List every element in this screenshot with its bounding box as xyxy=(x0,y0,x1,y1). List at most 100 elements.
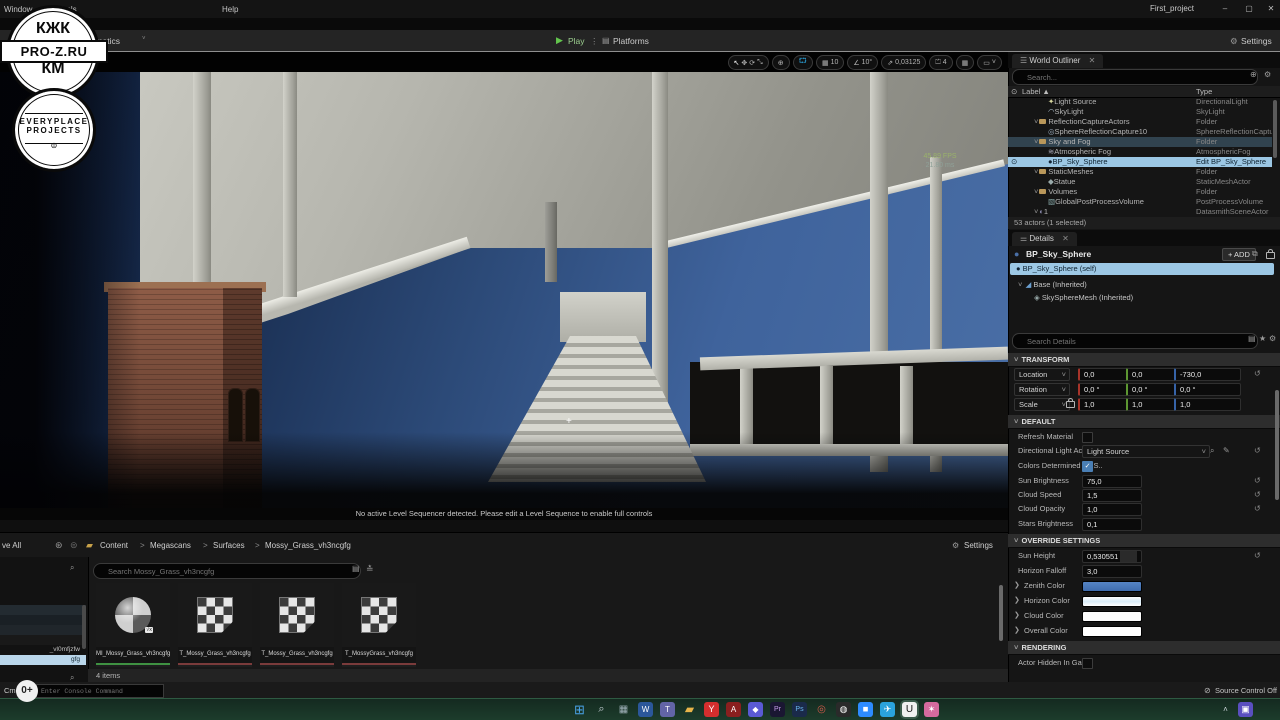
play-button[interactable]: Play xyxy=(568,36,585,46)
source-row-folder[interactable]: _vl0mfjzfw xyxy=(0,645,86,655)
asset-tile-texture[interactable]: T_Mossy_Grass_vh3ncgfg xyxy=(260,583,334,667)
new-folder-icon[interactable]: ⊕ xyxy=(1250,70,1257,79)
location-dropdown[interactable]: Location˅ xyxy=(1014,368,1070,381)
outliner-row[interactable]: ˅StaticMeshesFolder xyxy=(1008,167,1272,177)
section-default[interactable]: ˅ DEFAULT xyxy=(1008,415,1280,429)
asset-tile-material-instance[interactable]: √x MI_Mossy_Grass_vh3ncgfg xyxy=(96,583,170,667)
expand-chevron-icon[interactable]: ❯ xyxy=(1014,596,1020,604)
dir-light-dropdown[interactable]: Light Source˅ xyxy=(1082,445,1210,458)
minimize-button[interactable]: – xyxy=(1218,3,1232,15)
menu-window[interactable]: Window xyxy=(4,5,32,14)
outliner-row[interactable]: ≋ Atmospheric FogAtmosphericFog xyxy=(1008,147,1272,157)
edit-pencil-icon[interactable]: ✎ xyxy=(1223,446,1230,455)
reset-icon[interactable]: ↺ xyxy=(1254,476,1261,485)
teams-icon[interactable]: T xyxy=(660,702,675,717)
source-row[interactable] xyxy=(0,635,86,645)
filter-icon[interactable]: ≛ xyxy=(366,564,374,575)
yandex-browser-icon[interactable]: Y xyxy=(704,702,719,717)
rotation-dropdown[interactable]: Rotation˅ xyxy=(1014,383,1070,396)
toolbar-settings-button[interactable]: Settings xyxy=(1241,36,1272,46)
save-all-button[interactable]: ve All xyxy=(2,541,21,550)
content-settings-button[interactable]: Settings xyxy=(964,541,993,550)
eye-icon[interactable]: ⊙ xyxy=(1011,86,1017,97)
lock-icon[interactable] xyxy=(1266,252,1275,259)
unreal-engine-icon[interactable]: U xyxy=(902,702,917,717)
outliner-row[interactable]: ◠ SkyLightSkyLight xyxy=(1008,107,1272,117)
asset-tile-texture[interactable]: T_Mossy_Grass_vh3ncgfg xyxy=(178,583,252,667)
sun-height-drag-area[interactable] xyxy=(1120,551,1137,562)
cloud-opacity-field[interactable]: 1,0 xyxy=(1082,503,1142,516)
maximize-button[interactable]: ▢ xyxy=(1242,3,1256,15)
location-x-field[interactable]: 0,0 xyxy=(1078,368,1129,381)
refresh-material-checkbox[interactable] xyxy=(1082,432,1093,443)
asset-tile-texture[interactable]: T_MossyGrass_vh3ncgfg xyxy=(342,583,416,667)
sources-scrollbar[interactable] xyxy=(82,605,86,649)
outliner-row[interactable]: ˅Sky and FogFolder xyxy=(1008,137,1272,147)
source-row-selected[interactable]: gfg xyxy=(0,655,86,665)
expand-chevron-icon[interactable]: ❯ xyxy=(1014,581,1020,589)
section-override-settings[interactable]: ˅ OVERRIDE SETTINGS xyxy=(1008,534,1280,548)
zoom-icon[interactable]: ◼ xyxy=(858,702,873,717)
tab-details[interactable]: ⚌ Details ✕ xyxy=(1012,232,1077,246)
column-type[interactable]: Type xyxy=(1196,86,1212,97)
outliner-row[interactable]: ◆ StatueStaticMeshActor xyxy=(1008,177,1272,187)
cinematics-button[interactable]: Cinematics xyxy=(78,36,120,46)
scale-z-field[interactable]: 1,0 xyxy=(1174,398,1241,411)
add-component-button[interactable]: + ADD xyxy=(1222,248,1256,261)
platforms-button[interactable]: Platforms xyxy=(613,36,649,46)
source-row[interactable] xyxy=(0,615,86,625)
outliner-row[interactable]: ✦ Light SourceDirectionalLight xyxy=(1008,97,1272,107)
section-transform[interactable]: ˅ TRANSFORM xyxy=(1008,353,1280,367)
details-scrollbar[interactable] xyxy=(1275,390,1279,500)
play-options-icon[interactable]: ⋮ xyxy=(590,36,599,47)
expand-chevron-icon[interactable]: ❯ xyxy=(1014,611,1020,619)
console-command-input[interactable] xyxy=(36,684,164,698)
close-icon[interactable]: ✕ xyxy=(1062,234,1069,243)
source-control-status[interactable]: Source Control Off xyxy=(1215,686,1277,695)
scale-x-field[interactable]: 1,0 xyxy=(1078,398,1129,411)
reset-icon[interactable]: ↺ xyxy=(1254,490,1261,499)
word-icon[interactable]: W xyxy=(638,702,653,717)
display-filter-icon[interactable]: ▤ xyxy=(1248,334,1256,343)
overall-color-swatch[interactable] xyxy=(1082,626,1142,637)
breadcrumb-content[interactable]: Content xyxy=(100,541,128,550)
details-search-input[interactable] xyxy=(1012,333,1258,349)
red-app-icon[interactable]: ◎ xyxy=(814,702,829,717)
component-row-mesh[interactable]: ◈ SkySphereMesh (Inherited) xyxy=(1034,293,1133,302)
task-view-icon[interactable]: ▦ xyxy=(616,702,631,717)
scale-y-field[interactable]: 1,0 xyxy=(1126,398,1177,411)
eye-icon[interactable]: ⊙ xyxy=(1011,157,1017,167)
photoshop-icon[interactable]: Ps xyxy=(792,702,807,717)
browse-search-icon[interactable]: ⌕ xyxy=(1210,446,1214,456)
close-icon[interactable]: ✕ xyxy=(1089,56,1096,65)
rotation-x-field[interactable]: 0,0 ° xyxy=(1078,383,1129,396)
component-row-selected[interactable]: ● BP_Sky_Sphere (self) xyxy=(1010,263,1274,275)
section-rendering[interactable]: ˅ RENDERING xyxy=(1008,641,1280,655)
component-row-base[interactable]: ˅ ◢ Base (Inherited) xyxy=(1018,280,1087,289)
close-button[interactable]: ✕ xyxy=(1264,3,1278,15)
source-row[interactable] xyxy=(0,625,86,635)
source-row[interactable] xyxy=(0,605,86,615)
outliner-row[interactable]: ◎ SphereReflectionCapture10SphereReflect… xyxy=(1008,127,1272,137)
outliner-search-input[interactable] xyxy=(1012,69,1258,85)
menu-tools[interactable]: Tools xyxy=(58,5,77,14)
outliner-row[interactable]: ˅ReflectionCaptureActorsFolder xyxy=(1008,117,1272,127)
horizon-falloff-field[interactable]: 3,0 xyxy=(1082,565,1142,578)
colors-determined-checkbox[interactable]: ✓ xyxy=(1082,461,1093,472)
cloud-color-swatch[interactable] xyxy=(1082,611,1142,622)
reset-icon[interactable]: ↺ xyxy=(1254,551,1261,560)
column-label[interactable]: Label ▲ xyxy=(1022,86,1050,97)
forward-icon[interactable]: ⊜ xyxy=(70,540,78,551)
location-y-field[interactable]: 0,0 xyxy=(1126,368,1177,381)
tab-world-outliner[interactable]: ☰ World Outliner ✕ xyxy=(1012,54,1103,68)
premiere-icon[interactable]: Pr xyxy=(770,702,785,717)
reset-icon[interactable]: ↺ xyxy=(1254,504,1261,513)
outliner-scrollbar[interactable] xyxy=(1273,100,1277,158)
breadcrumb-surfaces[interactable]: Surfaces xyxy=(213,541,245,550)
tray-chevron-icon[interactable]: ˄ xyxy=(1218,702,1233,717)
search-icon[interactable]: ⌕ xyxy=(594,702,609,717)
zenith-color-swatch[interactable] xyxy=(1082,581,1142,592)
actor-hidden-checkbox[interactable] xyxy=(1082,658,1093,669)
blueprint-edit-icon[interactable]: ⧉ xyxy=(1252,249,1258,259)
stars-brightness-field[interactable]: 0,1 xyxy=(1082,518,1142,531)
